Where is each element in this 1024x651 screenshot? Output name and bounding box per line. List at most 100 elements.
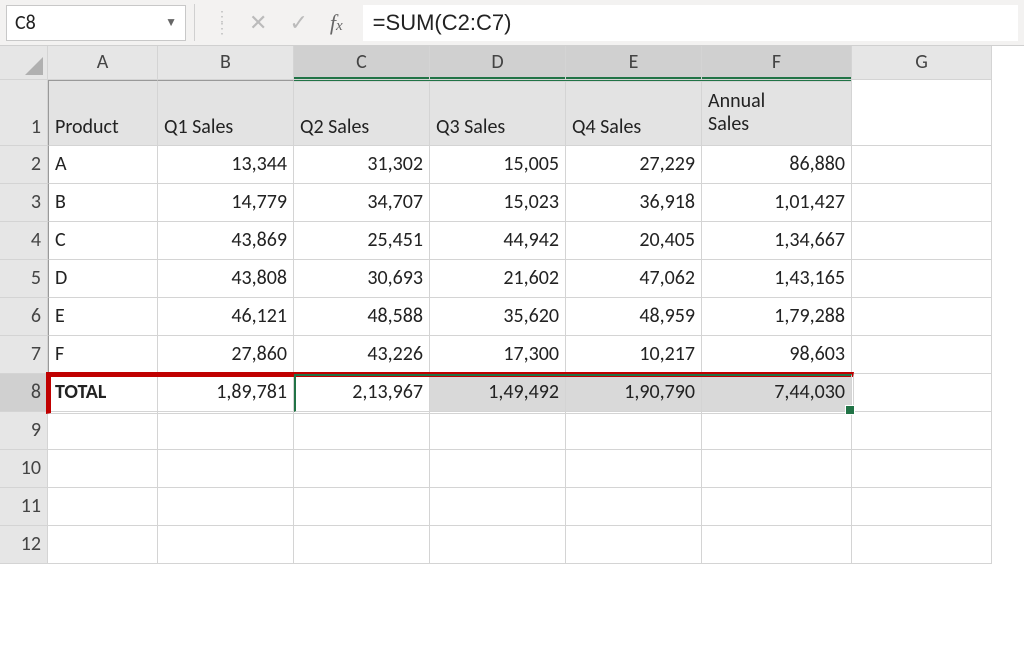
cell-D6[interactable]: 35,620	[430, 298, 566, 336]
column-header-F[interactable]: F	[702, 46, 852, 80]
cell-D8[interactable]: 1,49,492	[430, 374, 566, 412]
row-header-5[interactable]: 5	[0, 260, 48, 298]
cell-C7[interactable]: 43,226	[294, 336, 430, 374]
cell-B5[interactable]: 43,808	[158, 260, 294, 298]
cell-B2[interactable]: 13,344	[158, 146, 294, 184]
cell-C6[interactable]: 48,588	[294, 298, 430, 336]
cell-E8[interactable]: 1,90,790	[566, 374, 702, 412]
cell-D1[interactable]: Q3 Sales	[430, 80, 566, 146]
cell-B10[interactable]	[158, 450, 294, 488]
cell-C10[interactable]	[294, 450, 430, 488]
cell-D12[interactable]	[430, 526, 566, 564]
cell-D10[interactable]	[430, 450, 566, 488]
row-header-7[interactable]: 7	[0, 336, 48, 374]
cell-F6[interactable]: 1,79,288	[702, 298, 852, 336]
cell-A4[interactable]: C	[48, 222, 158, 260]
cell-A12[interactable]	[48, 526, 158, 564]
cell-C5[interactable]: 30,693	[294, 260, 430, 298]
cell-F5[interactable]: 1,43,165	[702, 260, 852, 298]
column-header-G[interactable]: G	[852, 46, 992, 80]
cell-F11[interactable]	[702, 488, 852, 526]
column-header-E[interactable]: E	[566, 46, 702, 80]
cell-F12[interactable]	[702, 526, 852, 564]
cell-G8[interactable]	[852, 374, 992, 412]
cancel-icon[interactable]: ✕	[249, 9, 267, 36]
cell-F4[interactable]: 1,34,667	[702, 222, 852, 260]
cell-B6[interactable]: 46,121	[158, 298, 294, 336]
row-header-1[interactable]: 1	[0, 80, 48, 146]
cell-C4[interactable]: 25,451	[294, 222, 430, 260]
cell-A10[interactable]	[48, 450, 158, 488]
drag-handle-icon[interactable]: ⋮⋮	[215, 11, 227, 35]
cell-G6[interactable]	[852, 298, 992, 336]
column-header-C[interactable]: C	[294, 46, 430, 80]
cell-A2[interactable]: A	[48, 146, 158, 184]
row-header-12[interactable]: 12	[0, 526, 48, 564]
cell-G4[interactable]	[852, 222, 992, 260]
cell-D11[interactable]	[430, 488, 566, 526]
cell-G11[interactable]	[852, 488, 992, 526]
cell-D9[interactable]	[430, 412, 566, 450]
cell-A11[interactable]	[48, 488, 158, 526]
column-header-A[interactable]: A	[48, 46, 158, 80]
cell-D3[interactable]: 15,023	[430, 184, 566, 222]
cell-C12[interactable]	[294, 526, 430, 564]
cell-D2[interactable]: 15,005	[430, 146, 566, 184]
cell-A7[interactable]: F	[48, 336, 158, 374]
column-header-B[interactable]: B	[158, 46, 294, 80]
cell-F9[interactable]	[702, 412, 852, 450]
cell-E1[interactable]: Q4 Sales	[566, 80, 702, 146]
cell-G7[interactable]	[852, 336, 992, 374]
spreadsheet-grid[interactable]: ABCDEFG1ProductQ1 SalesQ2 SalesQ3 SalesQ…	[0, 46, 1024, 564]
row-header-11[interactable]: 11	[0, 488, 48, 526]
cell-A1[interactable]: Product	[48, 80, 158, 146]
row-header-9[interactable]: 9	[0, 412, 48, 450]
cell-A3[interactable]: B	[48, 184, 158, 222]
cell-E10[interactable]	[566, 450, 702, 488]
cell-C8[interactable]: 2,13,967	[294, 374, 430, 412]
cell-D5[interactable]: 21,602	[430, 260, 566, 298]
cell-G3[interactable]	[852, 184, 992, 222]
cell-B8[interactable]: 1,89,781	[158, 374, 294, 412]
cell-B1[interactable]: Q1 Sales	[158, 80, 294, 146]
name-box[interactable]: C8 ▼	[6, 5, 186, 41]
cell-G9[interactable]	[852, 412, 992, 450]
row-header-8[interactable]: 8	[0, 374, 48, 412]
cell-F3[interactable]: 1,01,427	[702, 184, 852, 222]
cell-G2[interactable]	[852, 146, 992, 184]
cell-F8[interactable]: 7,44,030	[702, 374, 852, 412]
cell-B9[interactable]	[158, 412, 294, 450]
cell-D7[interactable]: 17,300	[430, 336, 566, 374]
cell-E7[interactable]: 10,217	[566, 336, 702, 374]
cell-E4[interactable]: 20,405	[566, 222, 702, 260]
cell-C11[interactable]	[294, 488, 430, 526]
cell-F7[interactable]: 98,603	[702, 336, 852, 374]
cell-E3[interactable]: 36,918	[566, 184, 702, 222]
fx-icon[interactable]: fx	[330, 10, 343, 36]
formula-input[interactable]	[363, 5, 1018, 41]
confirm-icon[interactable]: ✓	[289, 9, 307, 36]
row-header-10[interactable]: 10	[0, 450, 48, 488]
cell-C9[interactable]	[294, 412, 430, 450]
cell-A8[interactable]: TOTAL	[48, 374, 158, 412]
cell-G12[interactable]	[852, 526, 992, 564]
row-header-4[interactable]: 4	[0, 222, 48, 260]
cell-C1[interactable]: Q2 Sales	[294, 80, 430, 146]
cell-A9[interactable]	[48, 412, 158, 450]
cell-F2[interactable]: 86,880	[702, 146, 852, 184]
cell-B3[interactable]: 14,779	[158, 184, 294, 222]
cell-E9[interactable]	[566, 412, 702, 450]
cell-B7[interactable]: 27,860	[158, 336, 294, 374]
cell-G5[interactable]	[852, 260, 992, 298]
cell-E5[interactable]: 47,062	[566, 260, 702, 298]
cell-C3[interactable]: 34,707	[294, 184, 430, 222]
cell-B12[interactable]	[158, 526, 294, 564]
row-header-2[interactable]: 2	[0, 146, 48, 184]
row-header-6[interactable]: 6	[0, 298, 48, 336]
cell-A5[interactable]: D	[48, 260, 158, 298]
select-all-corner[interactable]	[0, 46, 48, 80]
cell-F10[interactable]	[702, 450, 852, 488]
cell-F1[interactable]: Annual Sales	[702, 80, 852, 146]
column-header-D[interactable]: D	[430, 46, 566, 80]
row-header-3[interactable]: 3	[0, 184, 48, 222]
